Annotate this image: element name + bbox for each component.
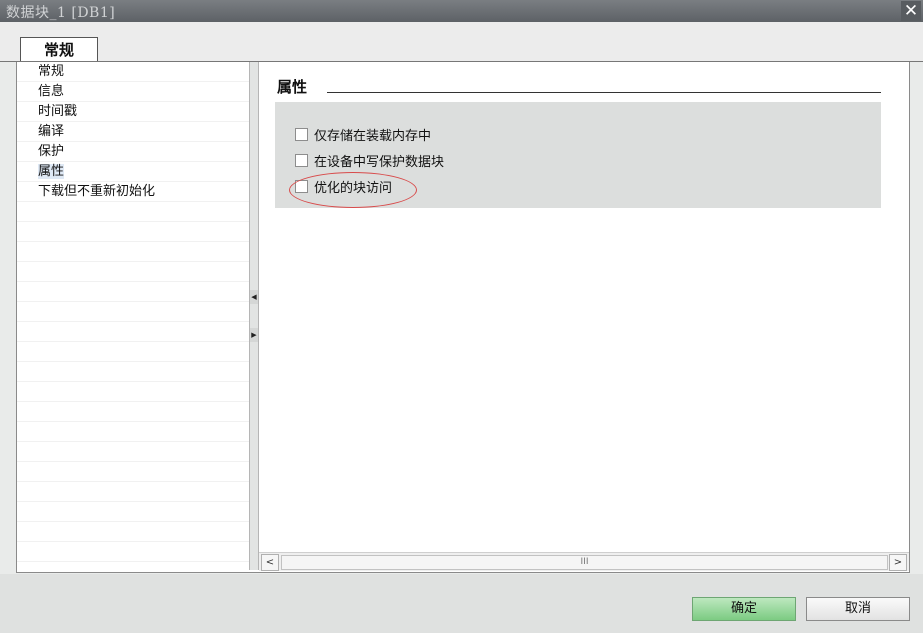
checkbox-label: 仅存储在装载内存中 <box>314 128 432 144</box>
checkbox-label: 优化的块访问 <box>314 180 393 196</box>
nav-item-label: 常规 <box>38 64 65 79</box>
nav-item-label: 属性 <box>38 164 65 179</box>
tab-strip: 常规 <box>0 22 923 62</box>
pane-splitter[interactable]: ◀ ▶ <box>249 62 259 570</box>
nav-item-attributes[interactable]: 属性 <box>17 162 249 182</box>
attributes-panel: 仅存储在装载内存中 在设备中写保护数据块 优化的块访问 <box>275 102 881 208</box>
nav-item-protection[interactable]: 保护 <box>17 142 249 162</box>
checkbox-load-memory-only[interactable]: 仅存储在装载内存中 <box>295 124 431 144</box>
nav-item-info[interactable]: 信息 <box>17 82 249 102</box>
checkbox-box[interactable] <box>295 153 308 167</box>
nav-tree: 常规 信息 时间戳 编译 保护 属性 下载但不重新初始化 <box>17 62 249 570</box>
checkbox-write-protect-db[interactable]: 在设备中写保护数据块 <box>295 150 444 170</box>
close-icon[interactable]: ✕ <box>901 1 921 21</box>
button-bar: 确定 取消 <box>0 574 923 633</box>
checkbox-box[interactable] <box>295 179 308 193</box>
checkbox-label: 在设备中写保护数据块 <box>314 154 445 170</box>
scroll-right-icon[interactable]: > <box>889 554 907 571</box>
window-title: 数据块_1 [DB1] <box>6 5 116 21</box>
ok-button[interactable]: 确定 <box>692 597 796 621</box>
section-title: 属性 <box>277 78 308 96</box>
tab-general[interactable]: 常规 <box>20 37 98 62</box>
expand-right-icon[interactable]: ▶ <box>250 328 258 342</box>
scroll-thumb[interactable]: III <box>281 555 888 570</box>
nav-item-label: 保护 <box>38 144 65 159</box>
nav-item-compile[interactable]: 编译 <box>17 122 249 142</box>
horizontal-scrollbar[interactable]: < III > <box>259 552 909 571</box>
cancel-button[interactable]: 取消 <box>806 597 910 621</box>
section-divider <box>327 92 881 93</box>
nav-item-label: 信息 <box>38 84 65 99</box>
collapse-left-icon[interactable]: ◀ <box>250 290 258 304</box>
nav-item-download-without-reinit[interactable]: 下载但不重新初始化 <box>17 182 249 202</box>
nav-item-timestamp[interactable]: 时间戳 <box>17 102 249 122</box>
checkbox-optimized-block-access[interactable]: 优化的块访问 <box>295 176 392 196</box>
nav-item-general[interactable]: 常规 <box>17 62 249 82</box>
dialog-content: 常规 信息 时间戳 编译 保护 属性 下载但不重新初始化 ◀ ▶ 属性 仅存储在… <box>16 62 910 573</box>
properties-pane: 属性 仅存储在装载内存中 在设备中写保护数据块 优化的块访问 < III > <box>259 62 909 571</box>
nav-item-label: 编译 <box>38 124 65 139</box>
title-bar: 数据块_1 [DB1] ✕ <box>0 0 923 22</box>
nav-item-label: 下载但不重新初始化 <box>38 184 156 199</box>
scroll-left-icon[interactable]: < <box>261 554 279 571</box>
checkbox-box[interactable] <box>295 127 308 141</box>
nav-item-label: 时间戳 <box>38 104 78 119</box>
